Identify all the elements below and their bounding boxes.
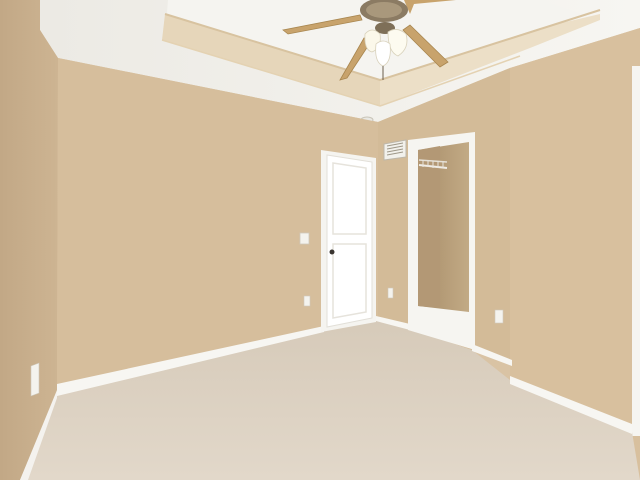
air-vent	[383, 139, 407, 161]
right-door-frame	[632, 66, 640, 436]
left-wall	[0, 0, 58, 480]
light-switch	[299, 232, 310, 245]
walk-in-closet	[408, 132, 475, 350]
bedroom-door	[321, 150, 376, 332]
door-knob	[329, 249, 335, 255]
room-photo	[0, 0, 640, 480]
